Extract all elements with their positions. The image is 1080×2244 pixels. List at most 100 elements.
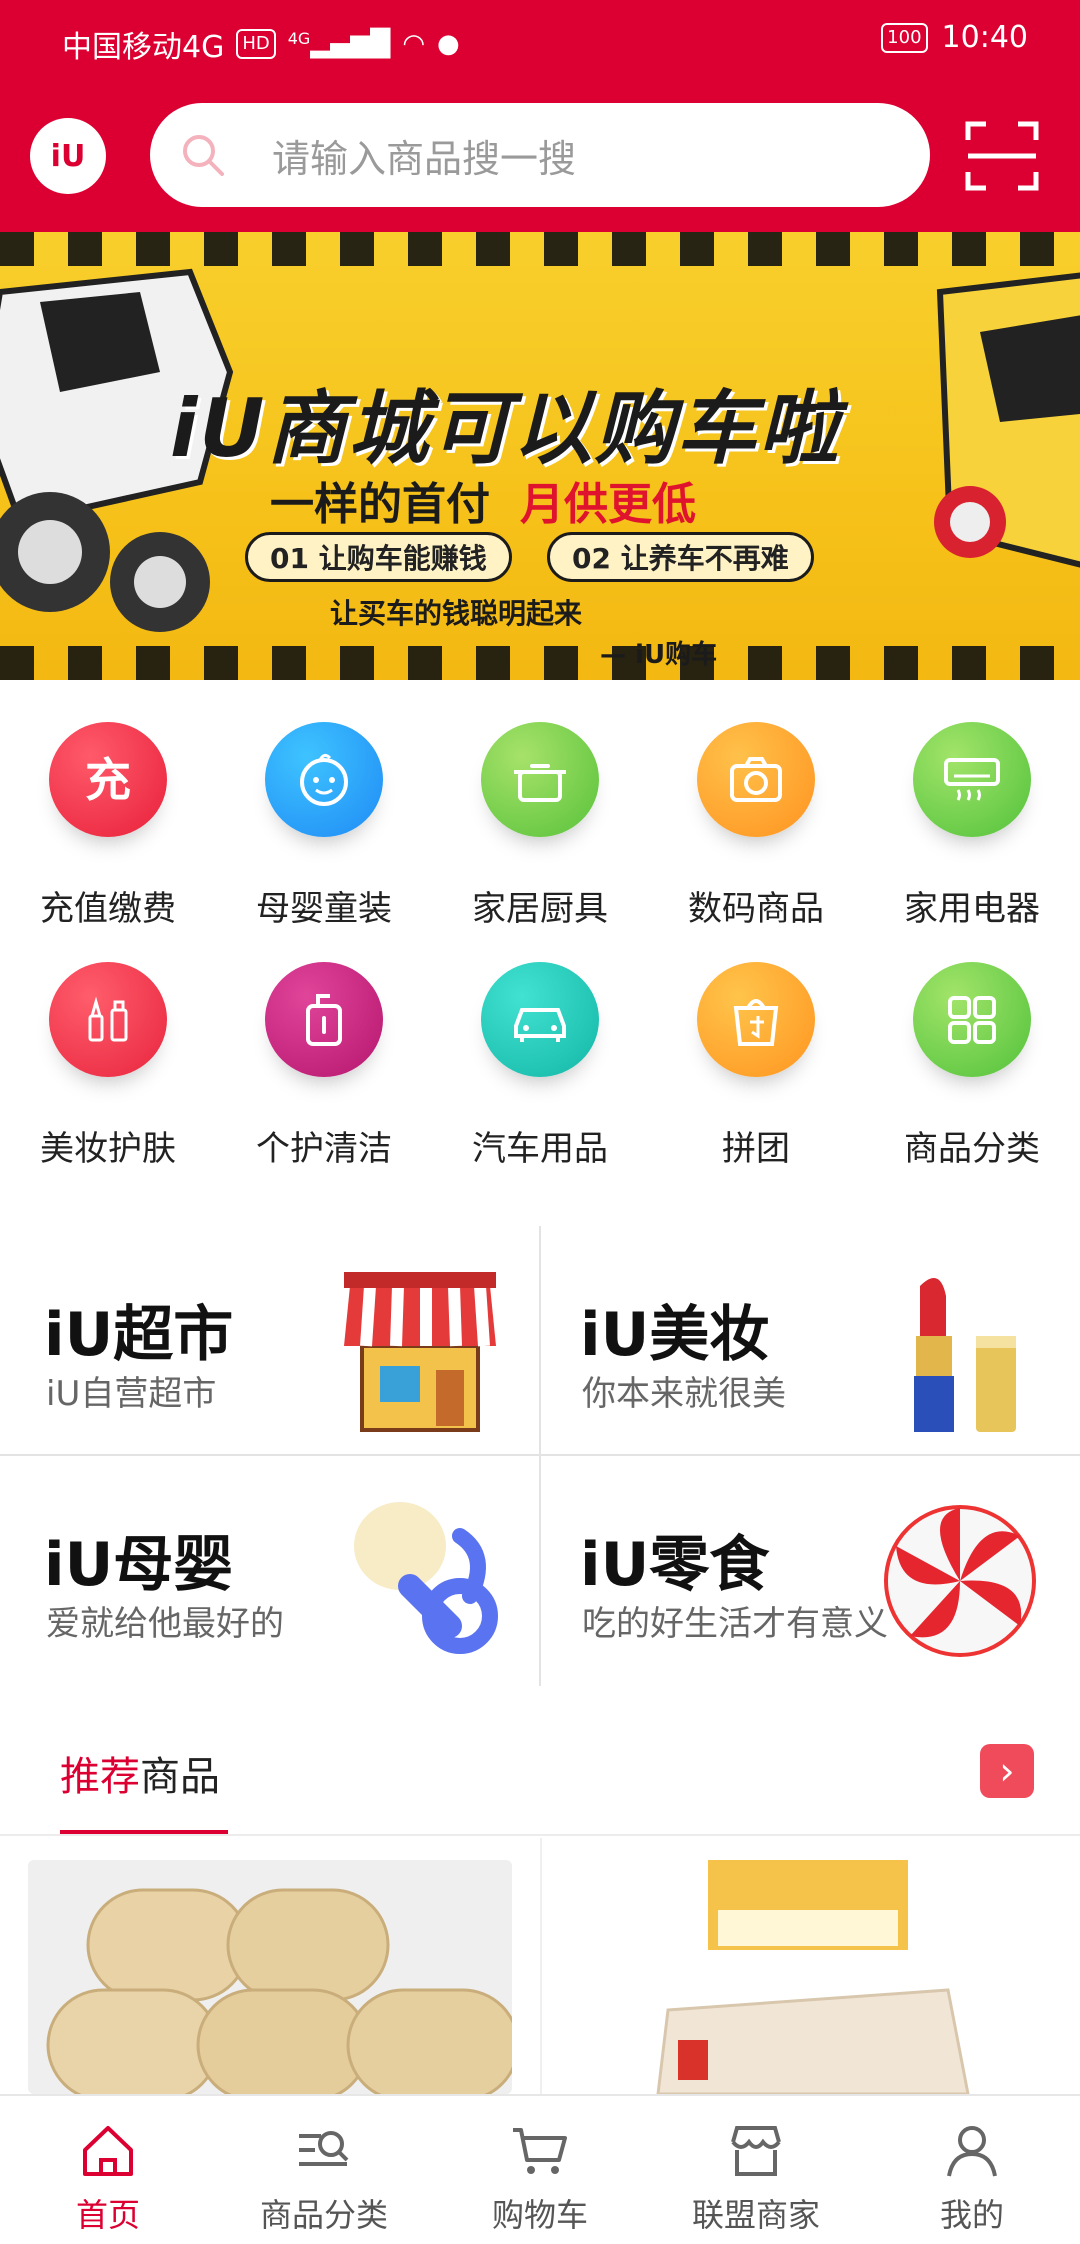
store-awning-icon: [344, 1272, 496, 1432]
makeup-icon: [49, 962, 167, 1077]
promo-banner[interactable]: iU商城可以购车啦 一样的首付 月供更低 01 让购车能赚钱 02 让养车不再难 …: [0, 232, 1080, 680]
nav-label: 首页: [75, 2196, 140, 2234]
search-placeholder: 请输入商品搜一搜: [272, 136, 577, 181]
network-label: 4G: [287, 29, 311, 48]
category-item[interactable]: 母婴童装: [216, 700, 432, 930]
banner-signature: — iU购车: [600, 640, 718, 670]
cart-icon: [513, 2128, 567, 2174]
promo-title: iU母婴: [44, 1530, 234, 1600]
nav-cart[interactable]: 购物车: [432, 2096, 648, 2244]
pot-icon: [481, 722, 599, 837]
hd-badge: HD: [236, 29, 276, 59]
nav-home[interactable]: 首页: [0, 2096, 216, 2244]
promo-card-beauty[interactable]: iU美妆 你本来就很美: [540, 1226, 1080, 1456]
status-right: 100 10:40: [881, 20, 1028, 55]
promo-title: iU美妆: [580, 1300, 770, 1370]
tab-indicator: [60, 1830, 228, 1834]
camera-icon: [697, 722, 815, 837]
bottom-nav: 首页 商品分类 购物车 联盟商家 我的: [0, 2094, 1080, 2244]
air-conditioner-icon: [913, 722, 1031, 837]
promo-card-supermarket[interactable]: iU超市 iU自营超市: [0, 1226, 540, 1456]
promo-card-snacks[interactable]: iU零食 吃的好生活才有意义: [540, 1456, 1080, 1686]
category-item[interactable]: 拼团: [648, 940, 864, 1170]
nav-profile[interactable]: 我的: [864, 2096, 1080, 2244]
nav-label: 我的: [939, 2196, 1004, 2234]
snack-box-image: [568, 1860, 1052, 2094]
category-search-icon: [299, 2131, 349, 2166]
promo-card-baby[interactable]: iU母婴 爱就给他最好的: [0, 1456, 540, 1686]
carrier-label: 中国移动4G: [62, 30, 225, 65]
nav-label: 商品分类: [259, 2196, 388, 2234]
category-label: 美妆护肤: [40, 1129, 176, 1169]
product-card[interactable]: [28, 1860, 512, 2094]
baby-icon: [265, 722, 383, 837]
recommend-title-rest: 商品: [140, 1754, 220, 1800]
category-label: 家用电器: [904, 889, 1040, 929]
category-item[interactable]: 美妆护肤: [0, 940, 216, 1170]
toiletry-icon: [265, 962, 383, 1077]
app-logo[interactable]: iU: [30, 118, 106, 194]
category-grid: 充 充值缴费 母婴童装 家居厨具 数码商品 家用电器 美妆护肤 个护清洁 汽车用…: [0, 700, 1080, 1200]
category-item[interactable]: 家用电器: [864, 700, 1080, 930]
recommend-title-highlight: 推荐: [60, 1754, 140, 1800]
product-list: [0, 1838, 1080, 2094]
promo-section: iU超市 iU自营超市 iU美妆 你本来就很美 iU母婴 爱就给他最好的 iU零…: [0, 1226, 1080, 1686]
product-card[interactable]: [568, 1860, 1052, 2094]
banner-subtitle: 一样的首付 月供更低: [270, 468, 696, 532]
status-bar: 中国移动4G HD 4G▂▄▆█ ◠ ● 100 10:40: [0, 0, 1080, 80]
search-icon: [183, 135, 224, 176]
lipstick-icon: [914, 1278, 1016, 1432]
banner-title: iU商城可以购车啦: [170, 382, 841, 475]
category-label: 充值缴费: [40, 889, 176, 929]
promo-subtitle: 你本来就很美: [582, 1374, 786, 1414]
more-arrow-icon[interactable]: ›: [980, 1744, 1034, 1798]
svg-text:充: 充: [85, 753, 131, 807]
promo-title: iU超市: [44, 1300, 234, 1370]
candy-icon: [884, 1505, 1036, 1657]
promo-subtitle: 吃的好生活才有意义: [582, 1604, 888, 1644]
category-item[interactable]: 个护清洁: [216, 940, 432, 1170]
banner-pill-2: 02 让养车不再难: [547, 532, 814, 582]
category-label: 拼团: [722, 1129, 790, 1169]
banner-pill-1: 01 让购车能赚钱: [245, 532, 512, 582]
logo-text: iU: [50, 138, 86, 174]
nav-merchants[interactable]: 联盟商家: [648, 2096, 864, 2244]
divider: [540, 1838, 542, 2094]
banner-subtitle-a: 一样的首付: [270, 479, 490, 530]
scan-icon[interactable]: [964, 118, 1040, 194]
promo-subtitle: iU自营超市: [46, 1374, 217, 1414]
category-label: 数码商品: [688, 889, 824, 929]
clock: 10:40: [941, 20, 1028, 55]
category-item[interactable]: 商品分类: [864, 940, 1080, 1170]
category-item[interactable]: 数码商品: [648, 700, 864, 930]
category-label: 家居厨具: [472, 889, 608, 929]
app-header: 中国移动4G HD 4G▂▄▆█ ◠ ● 100 10:40 iU 请输入商品搜…: [0, 0, 1080, 232]
status-left: 中国移动4G HD 4G▂▄▆█ ◠ ●: [62, 22, 460, 66]
category-item[interactable]: 汽车用品: [432, 940, 648, 1170]
home-icon: [83, 2126, 133, 2176]
wifi-icon: ◠: [402, 29, 425, 59]
grid-icon: [913, 962, 1031, 1077]
category-item[interactable]: 家居厨具: [432, 700, 648, 930]
message-icon: ●: [437, 29, 460, 59]
banner-slogan: 让买车的钱聪明起来: [330, 597, 583, 630]
pacifier-icon: [354, 1502, 498, 1654]
charge-icon: 充: [49, 722, 167, 837]
search-bar[interactable]: 请输入商品搜一搜: [150, 103, 930, 207]
signal-icon: 4G▂▄▆█: [287, 29, 391, 59]
category-label: 个护清洁: [256, 1129, 392, 1169]
category-label: 汽车用品: [472, 1129, 608, 1169]
taxi-illustration: [934, 272, 1080, 568]
category-item[interactable]: 充 充值缴费: [0, 700, 216, 930]
car-icon: [481, 962, 599, 1077]
banner-subtitle-b: 月供更低: [520, 479, 696, 530]
promo-subtitle: 爱就给他最好的: [46, 1604, 284, 1644]
battery-icon: 100: [881, 22, 928, 53]
promo-title: iU零食: [580, 1530, 770, 1600]
toilet-paper-image: [28, 1860, 512, 2094]
shopping-bag-icon: [697, 962, 815, 1077]
category-label: 母婴童装: [256, 889, 392, 929]
nav-category[interactable]: 商品分类: [216, 2096, 432, 2244]
recommend-header: 推荐商品 ›: [0, 1700, 1080, 1836]
nav-label: 购物车: [491, 2196, 588, 2234]
